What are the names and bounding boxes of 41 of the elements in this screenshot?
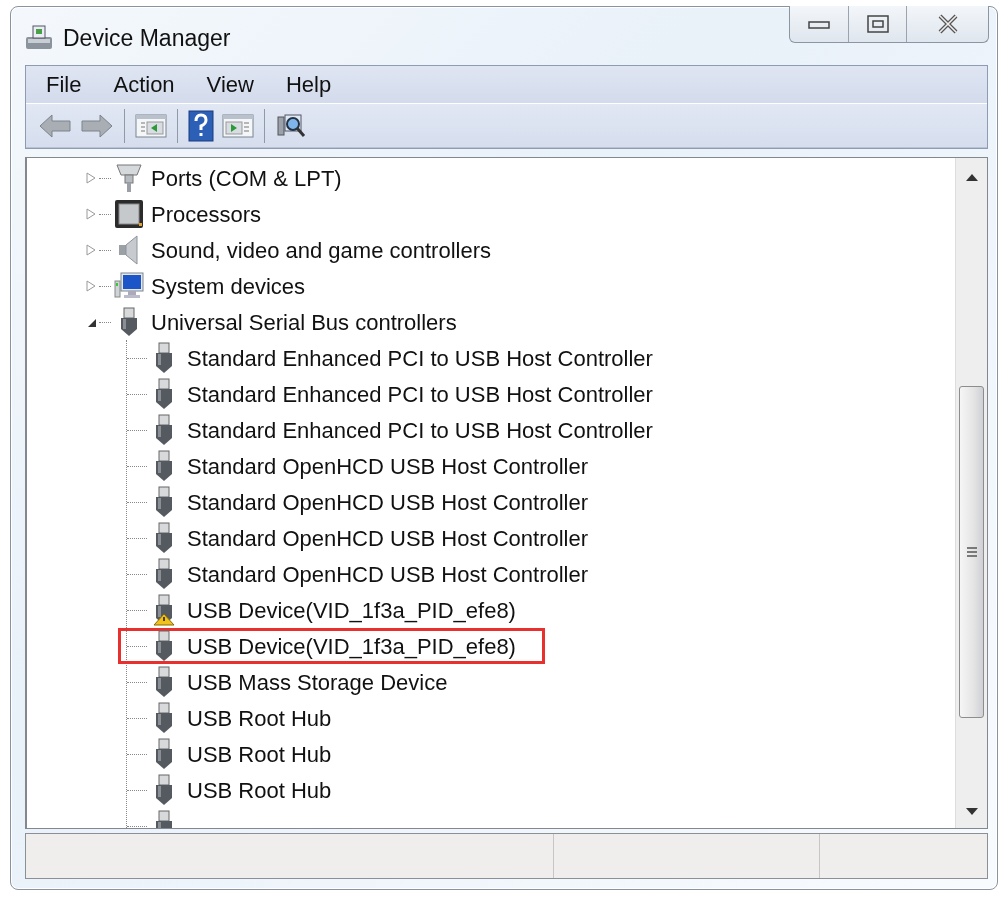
window-title: Device Manager: [63, 24, 231, 53]
tree-item[interactable]: USB Device(VID_1f3a_PID_efe8): [187, 593, 516, 627]
scrollbar-thumb[interactable]: [959, 386, 984, 718]
expand-arrow-icon[interactable]: [85, 172, 97, 184]
tree-item[interactable]: Standard OpenHCD USB Host Controller: [187, 557, 589, 591]
back-arrow-icon[interactable]: [38, 112, 72, 139]
panel-icon[interactable]: [222, 111, 254, 140]
close-icon: [936, 14, 959, 34]
menu-item[interactable]: File: [30, 68, 98, 101]
tree-item[interactable]: Processors: [151, 197, 262, 231]
expand-arrow-icon[interactable]: [85, 280, 97, 292]
minimize-icon: [808, 19, 830, 29]
panel-icon[interactable]: [135, 111, 167, 140]
tree-item[interactable]: Standard Enhanced PCI to USB Host Controller: [187, 413, 653, 447]
scroll-down-icon[interactable]: [965, 807, 978, 815]
scroll-up-icon[interactable]: [965, 173, 978, 181]
help-icon[interactable]: [188, 109, 214, 142]
menu-item[interactable]: Help: [269, 68, 348, 101]
tree-item[interactable]: Standard OpenHCD USB Host Controller: [187, 449, 589, 483]
tree-item[interactable]: USB Device(VID_1f3a_PID_efe8): [187, 629, 516, 663]
tree-item[interactable]: USB Mass Storage Device: [187, 665, 448, 699]
tree-item[interactable]: Ports (COM & LPT): [151, 161, 342, 195]
tree-item[interactable]: Universal Serial Bus controllers: [151, 305, 457, 339]
tree-item[interactable]: USB Root Hub: [187, 701, 332, 735]
menu-item[interactable]: Action: [97, 68, 191, 101]
forward-arrow-icon[interactable]: [80, 112, 114, 139]
tree-item[interactable]: USB Root Hub: [187, 773, 332, 807]
expand-arrow-icon[interactable]: [85, 208, 97, 220]
port-icon: [113, 163, 145, 193]
tree-item[interactable]: Standard OpenHCD USB Host Controller: [187, 521, 589, 555]
tree-item[interactable]: System devices: [151, 269, 306, 303]
maximize-icon: [866, 15, 889, 33]
tree-item[interactable]: Standard Enhanced PCI to USB Host Controller: [187, 341, 653, 375]
chip-icon: [113, 199, 145, 229]
monitor-icon: [113, 271, 145, 301]
menu-item[interactable]: View: [190, 68, 270, 101]
expand-arrow-icon[interactable]: [85, 244, 97, 256]
tree-item[interactable]: Sound, video and game controllers: [151, 233, 491, 267]
tree-item[interactable]: USB Root Hub: [187, 737, 332, 771]
tree-item[interactable]: Standard Enhanced PCI to USB Host Controller: [187, 377, 653, 411]
tree-item[interactable]: Standard OpenHCD USB Host Controller: [187, 485, 589, 519]
